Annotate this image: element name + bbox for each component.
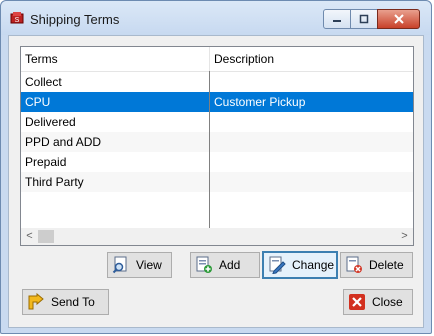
terms-grid[interactable]: Terms Description Collect CPU Customer P… [20, 46, 414, 246]
cell-terms: Collect [25, 75, 62, 89]
delete-button[interactable]: Delete [340, 252, 413, 278]
maximize-icon [359, 14, 369, 24]
maximize-button[interactable] [350, 9, 378, 29]
close-button[interactable]: Close [343, 289, 413, 315]
minimize-button[interactable] [323, 9, 351, 29]
scroll-thumb[interactable] [38, 230, 54, 243]
add-document-icon [196, 256, 212, 273]
add-label: Add [219, 258, 241, 272]
close-label: Close [372, 295, 403, 309]
close-icon [393, 14, 404, 24]
close-window-button[interactable] [377, 9, 420, 29]
magnifier-document-icon [112, 256, 127, 274]
cell-description: Customer Pickup [214, 95, 306, 109]
send-arrow-icon [28, 293, 44, 310]
view-button[interactable]: View [107, 252, 172, 278]
cell-description [210, 152, 410, 172]
change-label: Change [292, 258, 335, 272]
minimize-icon [333, 20, 341, 22]
column-header-terms[interactable]: Terms [21, 47, 209, 71]
change-button[interactable]: Change [262, 251, 338, 279]
cell-description [210, 132, 410, 152]
cell-description [210, 72, 410, 92]
svg-text:S: S [15, 17, 20, 24]
table-row[interactable]: Prepaid [21, 152, 413, 172]
horizontal-scrollbar[interactable]: < > [21, 228, 413, 245]
send-to-label: Send To [51, 295, 95, 309]
send-to-button[interactable]: Send To [22, 289, 109, 315]
scroll-left-button[interactable]: < [21, 228, 38, 245]
column-divider [209, 71, 210, 231]
view-label: View [136, 258, 162, 272]
delete-document-icon [346, 256, 362, 273]
add-button[interactable]: Add [190, 252, 260, 278]
edit-document-icon [269, 256, 286, 274]
scroll-right-button[interactable]: > [396, 228, 413, 245]
app-icon: S [10, 12, 24, 24]
cell-terms: PPD and ADD [25, 135, 102, 149]
cell-terms: CPU [25, 95, 51, 109]
column-header-description[interactable]: Description [210, 47, 410, 71]
cell-terms: Prepaid [25, 155, 67, 169]
table-row[interactable]: Collect [21, 72, 413, 92]
table-row[interactable]: Third Party [21, 172, 413, 192]
delete-label: Delete [369, 258, 404, 272]
grid-header: Terms Description [21, 47, 413, 72]
cell-terms: Third Party [25, 175, 84, 189]
shipping-terms-window: S Shipping Terms Terms Description Colle… [0, 0, 432, 334]
title-bar[interactable]: S Shipping Terms [1, 1, 431, 35]
close-x-icon [349, 294, 365, 310]
cell-description [210, 112, 410, 132]
cell-description [210, 172, 410, 192]
table-row[interactable]: PPD and ADD [21, 132, 413, 152]
dialog-body: Terms Description Collect CPU Customer P… [8, 35, 424, 328]
table-row[interactable]: Delivered [21, 112, 413, 132]
cell-terms: Delivered [25, 115, 76, 129]
table-row-selected[interactable]: CPU Customer Pickup [21, 92, 413, 112]
window-title: Shipping Terms [30, 12, 120, 27]
